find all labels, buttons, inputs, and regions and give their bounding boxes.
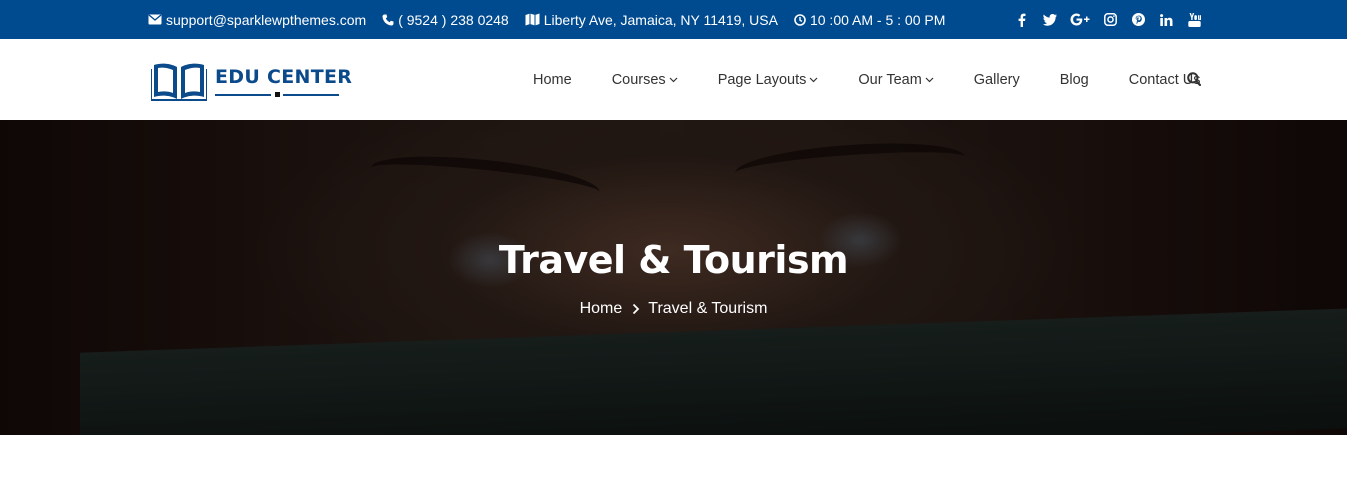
- page-title: Travel & Tourism: [498, 238, 849, 282]
- chevron-right-icon: [632, 303, 640, 315]
- social-links: [1002, 0, 1202, 39]
- phone-text: ( 9524 ) 238 0248: [398, 11, 509, 28]
- nav-item-contact-us[interactable]: Contact Us: [1109, 72, 1221, 88]
- nav-item-gallery[interactable]: Gallery: [954, 72, 1040, 88]
- logo-dot: [275, 92, 280, 97]
- phone-icon: [382, 14, 394, 25]
- google-plus-icon[interactable]: [1070, 12, 1090, 28]
- search-icon[interactable]: [1187, 72, 1203, 88]
- logo-underline-left: [215, 94, 271, 96]
- address-text: Liberty Ave, Jamaica, NY 11419, USA: [543, 11, 778, 28]
- email-text: support@sparklewpthemes.com: [166, 11, 367, 28]
- nav-item-our-team[interactable]: Our Team: [838, 72, 953, 88]
- main-nav: Home Courses Page Layouts Our Team Galle…: [513, 39, 1220, 120]
- address-item: Liberty Ave, Jamaica, NY 11419, USA: [525, 12, 778, 28]
- page-banner: Travel & Tourism Home Travel & Tourism: [0, 120, 1347, 435]
- nav-item-home[interactable]: Home: [513, 72, 592, 88]
- nav-label: Page Layouts: [717, 71, 807, 88]
- chevron-down-icon: [669, 77, 678, 83]
- pinterest-icon[interactable]: [1130, 12, 1146, 28]
- instagram-icon[interactable]: [1102, 12, 1118, 28]
- twitter-icon[interactable]: [1042, 12, 1058, 28]
- map-icon: [525, 13, 540, 26]
- breadcrumb-home-link[interactable]: Home: [580, 300, 623, 318]
- site-header: EDU CENTER Home Courses Page Layouts Our…: [0, 39, 1347, 120]
- chevron-down-icon: [809, 77, 818, 83]
- envelope-icon: [148, 14, 162, 25]
- site-logo[interactable]: EDU CENTER: [151, 59, 353, 101]
- nav-label: Courses: [611, 71, 666, 88]
- logo-text: EDU CENTER: [215, 66, 353, 88]
- contact-info: support@sparklewpthemes.com ( 9524 ) 238…: [148, 0, 961, 39]
- email-item[interactable]: support@sparklewpthemes.com: [148, 12, 366, 28]
- nav-item-blog[interactable]: Blog: [1040, 72, 1109, 88]
- breadcrumb: Home Travel & Tourism: [0, 300, 1347, 318]
- linkedin-icon[interactable]: [1158, 12, 1174, 28]
- phone-item[interactable]: ( 9524 ) 238 0248: [382, 12, 509, 28]
- logo-underline-right: [283, 94, 339, 96]
- facebook-icon[interactable]: [1014, 12, 1030, 28]
- youtube-icon[interactable]: [1186, 12, 1202, 28]
- clock-icon: [794, 13, 806, 26]
- breadcrumb-current: Travel & Tourism: [648, 300, 768, 317]
- hours-item: 10 :00 AM - 5 : 00 PM: [794, 12, 945, 28]
- book-logo-icon: [151, 63, 207, 101]
- nav-label: Home: [533, 71, 572, 88]
- nav-label: Gallery: [973, 71, 1020, 88]
- chevron-down-icon: [925, 77, 934, 83]
- nav-item-courses[interactable]: Courses: [592, 72, 698, 88]
- top-bar: support@sparklewpthemes.com ( 9524 ) 238…: [0, 0, 1347, 39]
- nav-item-page-layouts[interactable]: Page Layouts: [698, 72, 839, 88]
- nav-label: Our Team: [858, 71, 922, 88]
- hours-text: 10 :00 AM - 5 : 00 PM: [809, 11, 946, 28]
- nav-label: Blog: [1059, 71, 1089, 88]
